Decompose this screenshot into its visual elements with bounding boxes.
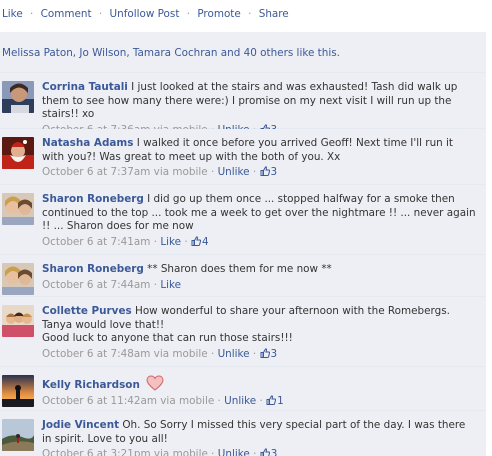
post-actions-bar: Like · Comment · Unfollow Post · Promote…	[0, 0, 492, 29]
comment-timestamp[interactable]: October 6 at 11:42am via mobile	[42, 395, 214, 407]
heart-icon	[146, 375, 164, 391]
promote-link[interactable]: Promote	[197, 8, 240, 20]
comment-meta: October 6 at 7:41am · Like · 4	[42, 236, 478, 250]
comment-unlike-link[interactable]: Unlike	[218, 448, 250, 456]
comment-timestamp[interactable]: October 6 at 7:41am	[42, 236, 150, 248]
separator-dot: ·	[252, 166, 257, 178]
separator-dot: ·	[184, 235, 188, 248]
comment-item: Jodie Vincent Oh. So Sorry I missed this…	[0, 411, 486, 456]
post-feedback-panel: Like · Comment · Unfollow Post · Promote…	[0, 0, 492, 456]
comment-author-link[interactable]: Collette Purves	[42, 305, 132, 317]
comment-like-count[interactable]: 3	[260, 448, 277, 456]
comment-meta: October 6 at 3:21pm via mobile · Unlike …	[42, 448, 478, 456]
comment-like-link[interactable]: Like	[160, 236, 181, 248]
comment-link[interactable]: Comment	[41, 8, 92, 20]
comment-meta: October 6 at 11:42am via mobile · Unlike…	[42, 395, 478, 409]
separator-dot: ·	[252, 347, 257, 360]
separator-dot: ·	[211, 448, 215, 456]
comment-item: Sharon Roneberg ** Sharon does them for …	[0, 255, 486, 297]
comment-item: Corrina Tautali I just looked at the sta…	[0, 73, 486, 136]
thumbs-up-icon	[260, 448, 270, 456]
separator-dot: ·	[98, 8, 103, 20]
separator-dot: ·	[217, 394, 221, 407]
separator-dot: ·	[259, 394, 263, 407]
comment-unlike-link[interactable]: Unlike	[218, 348, 250, 360]
comment-unlike-link[interactable]: Unlike	[218, 166, 250, 178]
comment-item: Collette Purves How wonderful to share y…	[0, 297, 486, 367]
comment-meta: October 6 at 7:48am via mobile · Unlike …	[42, 348, 478, 362]
separator-dot: ·	[153, 278, 157, 291]
share-link[interactable]: Share	[259, 8, 289, 20]
avatar[interactable]	[2, 419, 34, 451]
comment-timestamp[interactable]: October 6 at 3:21pm via mobile	[42, 448, 208, 456]
unfollow-post-link[interactable]: Unfollow Post	[110, 8, 180, 20]
likes-summary-link[interactable]: Melissa Paton, Jo Wilson, Tamara Cochran…	[2, 47, 340, 59]
avatar[interactable]	[2, 81, 34, 113]
thumbs-up-icon	[191, 235, 201, 246]
thumbs-up-icon	[260, 347, 270, 358]
comment-item: Sharon Roneberg I did go up them once ..…	[0, 185, 486, 255]
comment-text-line-2: Good luck to anyone that can run those s…	[42, 332, 293, 344]
comment-like-count[interactable]: 3	[260, 347, 277, 360]
comment-timestamp[interactable]: October 6 at 7:44am	[42, 279, 150, 291]
comment-author-link[interactable]: Sharon Roneberg	[42, 193, 144, 205]
avatar[interactable]	[2, 137, 34, 169]
comment-list: Corrina Tautali I just looked at the sta…	[0, 73, 486, 456]
separator-dot: ·	[248, 8, 252, 20]
comment-item: Kelly Richardson October 6 at 11:42am vi…	[0, 367, 486, 411]
comment-author-link[interactable]: Corrina Tautali	[42, 81, 128, 93]
thumbs-up-icon	[266, 394, 277, 405]
avatar[interactable]	[2, 375, 34, 407]
comment-like-count[interactable]: 4	[191, 236, 209, 248]
avatar[interactable]	[2, 193, 34, 225]
comment-timestamp[interactable]: October 6 at 7:37am via mobile	[42, 166, 208, 178]
avatar[interactable]	[2, 305, 34, 337]
separator-dot: ·	[186, 8, 191, 20]
separator-dot: ·	[30, 8, 34, 20]
thumbs-up-icon	[260, 166, 270, 176]
comment-text: ** Sharon does them for me now **	[147, 263, 332, 275]
separator-dot: ·	[210, 166, 215, 178]
comment-author-link[interactable]: Natasha Adams	[42, 137, 133, 149]
comment-like-count[interactable]: 1	[266, 395, 284, 407]
like-link[interactable]: Like	[2, 8, 23, 20]
comment-like-count[interactable]: 3	[260, 166, 277, 178]
comment-timestamp[interactable]: October 6 at 7:48am via mobile	[42, 348, 208, 360]
comment-meta: October 6 at 7:37am via mobile · Unlike …	[42, 166, 478, 180]
avatar[interactable]	[2, 263, 34, 295]
comment-unlike-link[interactable]: Unlike	[224, 395, 256, 407]
separator-dot: ·	[210, 347, 215, 360]
likes-summary-bar: Melissa Paton, Jo Wilson, Tamara Cochran…	[0, 32, 486, 73]
separator-dot: ·	[153, 235, 157, 248]
comment-item: Natasha Adams I walked it once before yo…	[0, 129, 486, 185]
separator-dot: ·	[253, 448, 257, 456]
comment-author-link[interactable]: Jodie Vincent	[42, 419, 119, 431]
comment-like-link[interactable]: Like	[160, 279, 181, 291]
comment-author-link[interactable]: Sharon Roneberg	[42, 263, 144, 275]
comment-author-link[interactable]: Kelly Richardson	[42, 379, 140, 391]
comment-meta: October 6 at 7:44am · Like	[42, 279, 478, 293]
